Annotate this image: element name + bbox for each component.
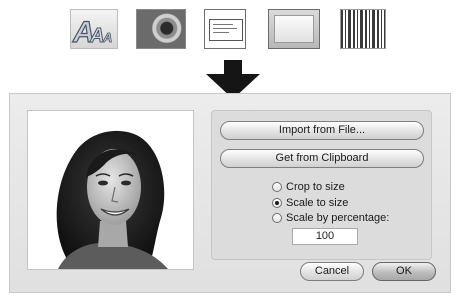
image-preview	[27, 110, 194, 270]
crop-to-size-label: Crop to size	[286, 181, 345, 193]
frame-icon[interactable]	[268, 9, 320, 49]
crop-to-size-radio[interactable]	[272, 182, 282, 192]
scale-to-size-radio[interactable]	[272, 198, 282, 208]
text-style-icon[interactable]: A A A	[70, 9, 118, 49]
photo-icon[interactable]	[136, 9, 186, 49]
scale-by-percentage-label: Scale by percentage:	[286, 212, 390, 224]
label-icon[interactable]	[204, 9, 246, 49]
percentage-field[interactable]: 100	[292, 228, 358, 245]
ok-button[interactable]: OK	[372, 262, 436, 281]
scale-to-size-label: Scale to size	[286, 197, 349, 209]
barcode-icon[interactable]	[340, 9, 386, 49]
import-from-file-button[interactable]: Import from File...	[220, 121, 424, 140]
scale-by-percentage-radio[interactable]	[272, 213, 282, 223]
crop-to-size-option[interactable]: Crop to size	[272, 180, 345, 194]
portrait-photo	[28, 111, 193, 269]
source-thumbnail-strip: A A A	[0, 0, 458, 60]
image-dialog: Import from File... Get from Clipboard C…	[9, 93, 451, 293]
scale-by-percentage-option[interactable]: Scale by percentage:	[272, 211, 389, 225]
cancel-button[interactable]: Cancel	[300, 262, 364, 281]
svg-text:A: A	[102, 30, 112, 45]
scale-to-size-option[interactable]: Scale to size	[272, 196, 348, 210]
get-from-clipboard-button[interactable]: Get from Clipboard	[220, 149, 424, 168]
